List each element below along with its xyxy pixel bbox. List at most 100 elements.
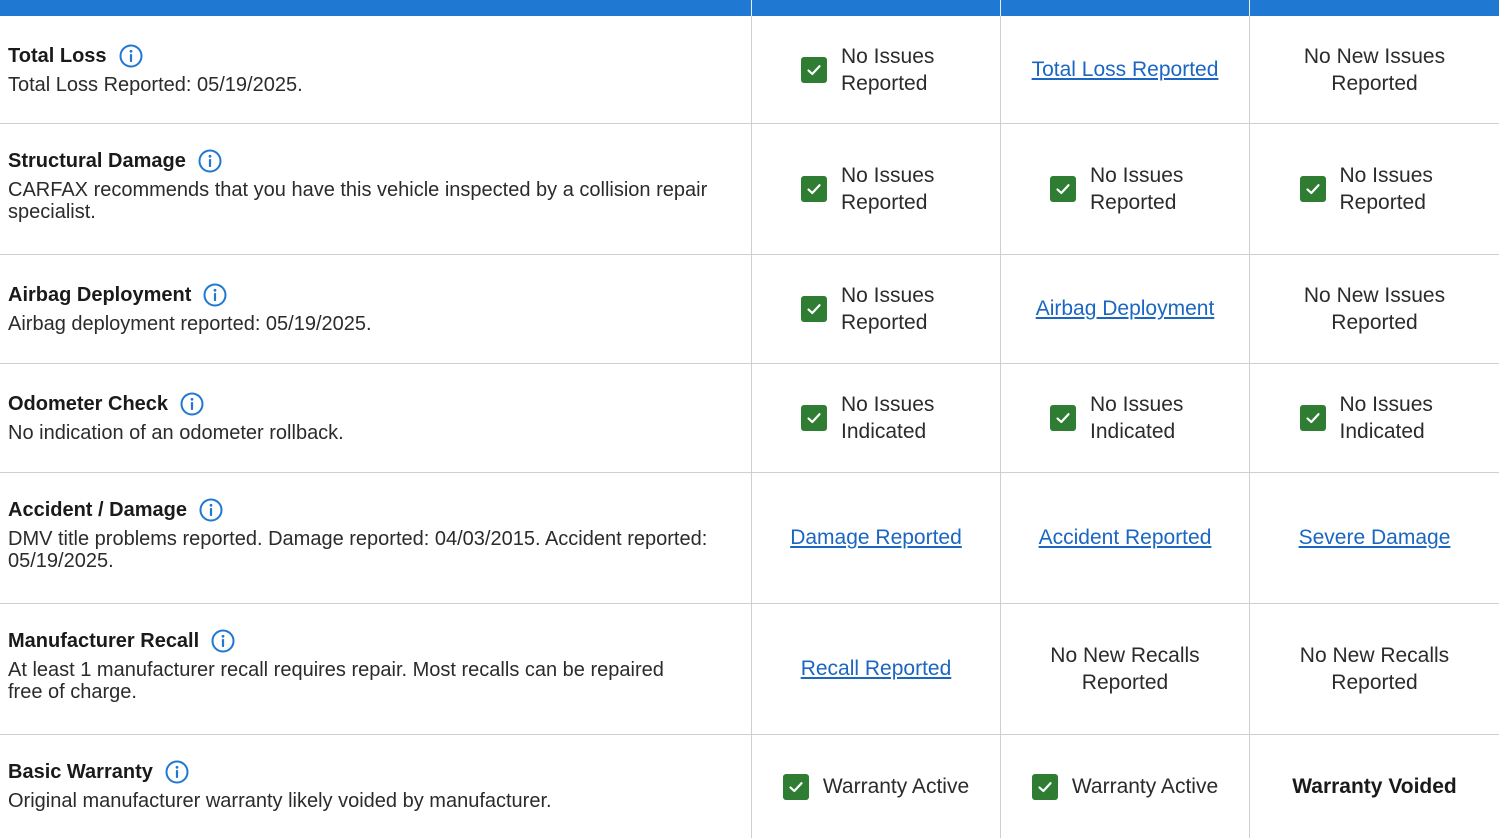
status-text: No Issues Indicated (1090, 393, 1184, 443)
status-cell: Recall Reported (751, 604, 1000, 734)
row-title: Manufacturer Recall (8, 629, 200, 652)
report-link[interactable]: Total Loss Reported (1032, 58, 1219, 82)
status-indicator: No Issues Reported (1299, 162, 1450, 216)
history-summary-table: Total Loss Total Loss Reported: 05/19/202… (0, 16, 1499, 838)
row-label-cell: Structural Damage CARFAX recommends that … (0, 124, 751, 254)
status-text: No New Issues Reported (1303, 44, 1446, 95)
table-row: Odometer Check No indication of an odomet… (0, 364, 1499, 473)
status-text: No New Recalls Reported (1050, 644, 1200, 694)
row-description: At least 1 manufacturer recall requires … (8, 659, 664, 703)
status-indicator: No Issues Indicated (801, 391, 951, 445)
row-title-line: Manufacturer Recall (8, 627, 743, 655)
row-title: Structural Damage (8, 149, 186, 172)
status-indicator: No Issues Indicated (1050, 391, 1200, 445)
status-cell: No New Issues Reported (1249, 16, 1499, 123)
status-text: No Issues Reported (841, 44, 935, 95)
row-label-cell: Odometer Check No indication of an odomet… (0, 364, 751, 472)
status-cell: Warranty Active (1000, 735, 1249, 838)
row-label-cell: Airbag Deployment Airbag deployment repor… (0, 255, 751, 363)
checkmark-icon (1031, 773, 1058, 800)
status-cell: Warranty Voided (1249, 735, 1499, 838)
status-indicator: No Issues Indicated (1299, 391, 1450, 445)
info-icon[interactable] (198, 149, 222, 173)
row-description: CARFAX recommends that you have this veh… (8, 179, 708, 223)
report-link[interactable]: Accident Reported (1039, 526, 1212, 550)
row-title-line: Odometer Check (8, 390, 743, 418)
checkmark-icon (1050, 405, 1076, 431)
status-text: Warranty Active (1071, 775, 1219, 798)
status-cell: Severe Damage (1249, 473, 1499, 603)
row-title-line: Basic Warranty (8, 758, 743, 786)
status-text: Warranty Voided (1292, 774, 1457, 798)
row-description: Original manufacturer warranty likely vo… (8, 790, 552, 812)
info-icon[interactable] (165, 760, 189, 784)
row-description: Airbag deployment reported: 05/19/2025. (8, 313, 372, 335)
table-row: Airbag Deployment Airbag deployment repor… (0, 255, 1499, 364)
row-label-cell: Manufacturer Recall At least 1 manufactur… (0, 604, 751, 734)
row-description: DMV title problems reported. Damage repo… (8, 528, 708, 572)
checkmark-icon (1299, 176, 1326, 202)
row-title: Accident / Damage (8, 498, 187, 521)
row-description: Total Loss Reported: 05/19/2025. (8, 74, 303, 96)
status-text: No Issues Reported (841, 164, 935, 214)
table-row: Basic Warranty Original manufacturer warr… (0, 735, 1499, 838)
header-divider (1249, 0, 1250, 16)
status-cell: No Issues Indicated (1000, 364, 1249, 472)
status-cell: Accident Reported (1000, 473, 1249, 603)
checkmark-icon (1299, 405, 1326, 431)
report-link[interactable]: Damage Reported (790, 526, 962, 550)
status-text: No Issues Indicated (841, 393, 935, 443)
info-icon[interactable] (211, 629, 235, 653)
status-indicator: No Issues Reported (801, 162, 951, 216)
info-icon[interactable] (119, 44, 143, 68)
table-header-bar (0, 0, 1499, 16)
row-title: Odometer Check (8, 392, 169, 415)
checkmark-icon (801, 56, 827, 83)
status-cell: No Issues Reported (751, 16, 1000, 123)
status-cell: No Issues Indicated (751, 364, 1000, 472)
status-cell: Warranty Active (751, 735, 1000, 838)
table-row: Structural Damage CARFAX recommends that … (0, 124, 1499, 255)
status-indicator: No Issues Reported (1050, 162, 1200, 216)
info-icon[interactable] (203, 283, 227, 307)
status-cell: No New Recalls Reported (1000, 604, 1249, 734)
checkmark-icon (801, 405, 827, 431)
report-link[interactable]: Severe Damage (1299, 526, 1451, 550)
header-divider (1000, 0, 1001, 16)
row-title-line: Structural Damage (8, 147, 743, 175)
row-title-line: Airbag Deployment (8, 281, 743, 309)
report-link[interactable]: Recall Reported (801, 657, 952, 681)
status-cell: No Issues Reported (1249, 124, 1499, 254)
checkmark-icon (1050, 176, 1076, 202)
row-title: Basic Warranty (8, 760, 153, 783)
checkmark-icon (782, 773, 809, 800)
info-icon[interactable] (199, 498, 223, 522)
report-link[interactable]: Airbag Deployment (1036, 297, 1215, 321)
info-icon[interactable] (180, 392, 204, 416)
header-divider (751, 0, 752, 16)
row-title-line: Accident / Damage (8, 496, 743, 524)
checkmark-icon (801, 176, 827, 202)
status-indicator: Warranty Active (782, 773, 969, 800)
status-cell: No Issues Reported (1000, 124, 1249, 254)
status-cell: No New Issues Reported (1249, 255, 1499, 363)
status-cell: No Issues Reported (751, 124, 1000, 254)
status-indicator: No Issues Reported (801, 282, 951, 336)
table-row: Accident / Damage DMV title problems repo… (0, 473, 1499, 604)
row-title-line: Total Loss (8, 42, 743, 70)
status-text: No Issues Reported (841, 284, 935, 334)
status-cell: Damage Reported (751, 473, 1000, 603)
status-cell: No Issues Indicated (1249, 364, 1499, 472)
status-cell: Total Loss Reported (1000, 16, 1249, 123)
status-cell: No Issues Reported (751, 255, 1000, 363)
status-indicator: No Issues Reported (801, 43, 951, 97)
row-label-cell: Total Loss Total Loss Reported: 05/19/202… (0, 16, 751, 123)
status-indicator: Warranty Active (1031, 773, 1219, 800)
table-row: Manufacturer Recall At least 1 manufactur… (0, 604, 1499, 735)
row-description: No indication of an odometer rollback. (8, 422, 344, 444)
row-label-cell: Basic Warranty Original manufacturer warr… (0, 735, 751, 838)
status-text: No Issues Reported (1090, 164, 1184, 214)
status-text: No New Issues Reported (1303, 284, 1446, 334)
checkmark-icon (801, 296, 827, 322)
row-title: Total Loss (8, 44, 107, 67)
